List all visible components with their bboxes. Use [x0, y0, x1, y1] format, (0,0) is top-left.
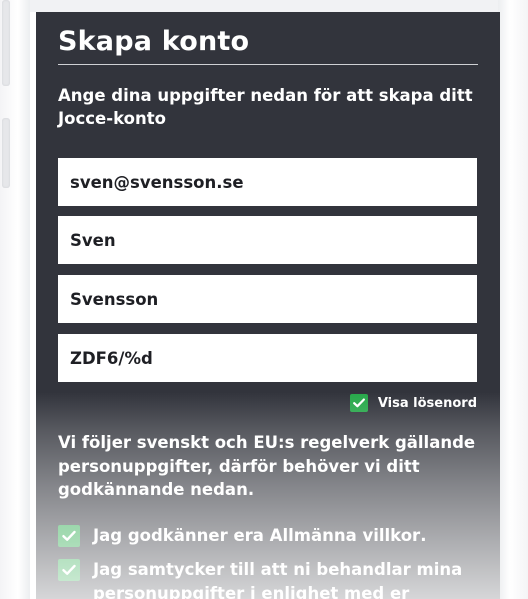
terms-consent-row[interactable]: Jag godkänner era Allmänna villkor.	[58, 524, 488, 548]
title-divider	[58, 64, 478, 65]
device-side-button	[2, 118, 10, 188]
last-name-field[interactable]	[58, 275, 477, 323]
terms-consent-text: Jag godkänner era Allmänna villkor.	[93, 524, 426, 548]
device-frame-top	[30, 0, 498, 12]
create-account-screen: Skapa konto Ange dina uppgifter nedan fö…	[36, 12, 500, 599]
page-subtitle: Ange dina uppgifter nedan för att skapa …	[58, 86, 473, 128]
checkmark-icon	[62, 530, 76, 541]
personal-data-checkbox[interactable]	[58, 559, 80, 581]
show-password-toggle[interactable]: Visa lösenord	[349, 394, 477, 412]
terms-link[interactable]: Allmänna villkor	[270, 526, 421, 545]
show-password-label: Visa lösenord	[377, 395, 477, 411]
first-name-field[interactable]	[58, 216, 477, 264]
personal-data-consent-text: Jag samtycker till att ni behandlar mina…	[93, 560, 463, 599]
terms-suffix: .	[420, 526, 427, 545]
device-frame-right	[498, 0, 528, 599]
personal-data-consent-row[interactable]: Jag samtycker till att ni behandlar mina…	[58, 558, 488, 599]
page-title: Skapa konto	[58, 26, 250, 57]
device-frame-left	[0, 0, 30, 599]
app-viewport: Skapa konto Ange dina uppgifter nedan fö…	[0, 0, 528, 599]
email-field[interactable]	[58, 158, 477, 206]
show-password-checkbox[interactable]	[349, 394, 368, 412]
terms-checkbox[interactable]	[58, 525, 80, 547]
terms-prefix: Jag godkänner era	[93, 526, 270, 545]
checkmark-icon	[352, 398, 365, 408]
checkmark-icon	[62, 564, 76, 575]
password-field[interactable]	[58, 334, 477, 382]
privacy-info-text: Vi följer svenskt och EU:s regelverk gäl…	[58, 433, 476, 499]
device-side-button	[2, 0, 10, 86]
